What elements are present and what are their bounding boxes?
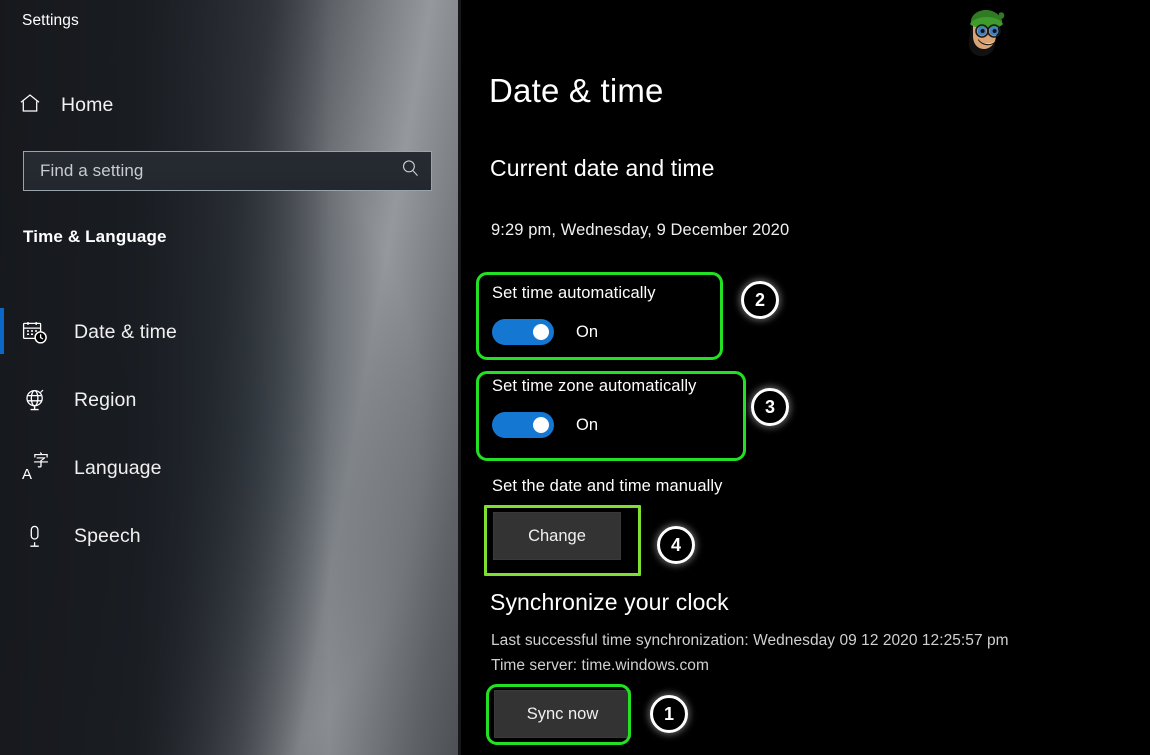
search-icon[interactable]	[400, 158, 421, 184]
set-time-automatically-label: Set time automatically	[492, 284, 656, 302]
annotation-badge-1: 1	[650, 695, 688, 733]
home-label: Home	[61, 93, 114, 116]
set-timezone-automatically-group: Set time zone automatically On	[492, 377, 696, 438]
change-button[interactable]: Change	[493, 512, 621, 560]
set-manually-label: Set the date and time manually	[492, 477, 723, 495]
calendar-clock-icon	[22, 320, 52, 345]
sidebar-item-label: Region	[74, 388, 137, 411]
search-placeholder: Find a setting	[40, 161, 144, 180]
toggle-knob	[533, 417, 549, 433]
sidebar-item-label: Language	[74, 456, 162, 479]
search-input[interactable]: Find a setting	[23, 151, 432, 191]
set-time-automatically-group: Set time automatically On	[492, 284, 656, 345]
time-server-text: Time server: time.windows.com	[491, 657, 709, 674]
set-time-automatically-row: On	[492, 319, 656, 345]
language-icon: A 字	[22, 451, 49, 483]
settings-window: Settings Home Find a setting Time & Lang…	[0, 0, 1150, 755]
sidebar-category-title: Time & Language	[23, 227, 167, 246]
current-datetime-value: 9:29 pm, Wednesday, 9 December 2020	[491, 221, 790, 239]
set-time-automatically-toggle[interactable]	[492, 319, 554, 345]
sidebar-item-label: Speech	[74, 524, 141, 547]
home-icon	[18, 91, 42, 120]
set-time-automatically-state: On	[576, 322, 599, 341]
current-datetime-heading: Current date and time	[490, 155, 715, 181]
annotation-badge-4: 4	[657, 526, 695, 564]
set-timezone-automatically-row: On	[492, 412, 696, 438]
annotation-badge-2: 2	[741, 281, 779, 319]
set-timezone-automatically-toggle[interactable]	[492, 412, 554, 438]
sidebar-item-speech[interactable]: Speech	[0, 502, 458, 570]
globe-icon	[22, 388, 52, 413]
set-timezone-automatically-label: Set time zone automatically	[492, 377, 697, 395]
sidebar-item-home[interactable]: Home	[18, 88, 258, 122]
sync-info: Last successful time synchronization: We…	[491, 628, 1009, 678]
sidebar-item-date-time[interactable]: Date & time	[0, 298, 458, 366]
set-timezone-automatically-state: On	[576, 415, 599, 434]
last-sync-text: Last successful time synchronization: We…	[491, 632, 1009, 649]
annotation-badge-3: 3	[751, 388, 789, 426]
synchronize-heading: Synchronize your clock	[490, 589, 729, 615]
sync-now-button[interactable]: Sync now	[494, 690, 631, 738]
sidebar-item-language[interactable]: A 字 Language	[0, 434, 458, 502]
sidebar-item-region[interactable]: Region	[0, 366, 458, 434]
main-content: Date & time Current date and time 9:29 p…	[461, 0, 1150, 755]
window-title: Settings	[22, 12, 79, 29]
sidebar-item-label: Date & time	[74, 320, 177, 343]
sidebar-nav: Date & time Region A 字 Language Speech	[0, 298, 458, 570]
page-title: Date & time	[489, 72, 664, 109]
microphone-icon	[22, 524, 52, 549]
toggle-knob	[533, 324, 549, 340]
